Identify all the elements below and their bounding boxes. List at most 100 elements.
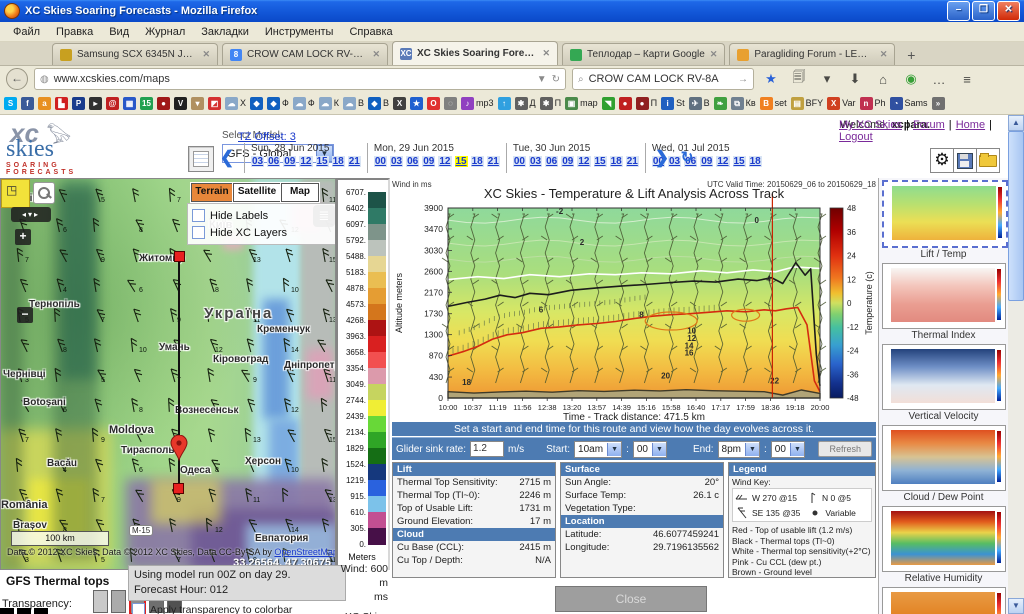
- restore-button[interactable]: ❐: [972, 1, 995, 21]
- forecast-hour-link[interactable]: 15: [733, 156, 746, 167]
- bookmark-star-icon[interactable]: ★: [760, 71, 782, 87]
- pocket-icon[interactable]: ▾: [816, 71, 838, 87]
- bookmark-item[interactable]: ☁Ф: [293, 97, 315, 110]
- forecast-hour-link[interactable]: 12: [299, 156, 312, 167]
- tab-close-icon[interactable]: ✕: [880, 49, 888, 60]
- route-start-marker[interactable]: [174, 251, 185, 262]
- scroll-up-arrow[interactable]: ▲: [1008, 115, 1024, 131]
- bookmark-item[interactable]: ▤BFY: [791, 97, 824, 110]
- scroll-down-arrow[interactable]: ▼: [1008, 598, 1024, 614]
- forecast-hour-link[interactable]: 21: [487, 156, 500, 167]
- minimize-button[interactable]: –: [947, 1, 970, 21]
- close-window-button[interactable]: ✕: [997, 1, 1020, 21]
- browser-tab[interactable]: Samsung SCX 6345N JC91 00...✕: [52, 43, 218, 65]
- sidebar-thumbnail-vertical-velocity[interactable]: Vertical Velocity: [882, 344, 1006, 422]
- bookmark-item[interactable]: nPh: [860, 97, 886, 110]
- close-panel-button[interactable]: Close: [555, 586, 707, 612]
- sidebar-thumbnail-cloud-dew-point[interactable]: Cloud / Dew Point: [882, 425, 1006, 503]
- map-selection-tool-button[interactable]: ◳: [1, 179, 30, 208]
- bookmark-item[interactable]: ▙: [55, 97, 68, 110]
- calendar-button[interactable]: [188, 146, 214, 172]
- bookmark-item[interactable]: ▣map: [565, 97, 598, 110]
- bookmark-item[interactable]: ◆В: [368, 97, 389, 110]
- forecast-hour-link[interactable]: 18: [332, 156, 345, 167]
- forecast-hour-link[interactable]: 21: [348, 156, 361, 167]
- forecast-hour-link[interactable]: 06: [406, 156, 419, 167]
- settings-gear-button[interactable]: ⚙: [930, 148, 954, 173]
- transparency-swatch[interactable]: [93, 590, 108, 613]
- color-swatch[interactable]: [0, 608, 14, 614]
- new-tab-button[interactable]: +: [899, 45, 923, 65]
- bookmark-item[interactable]: Bset: [760, 97, 787, 110]
- thumbnail-image[interactable]: [882, 180, 1008, 248]
- url-text[interactable]: www.xcskies.com/maps: [54, 73, 532, 85]
- start-hour-select[interactable]: 10am▼: [574, 441, 622, 458]
- forecast-hour-link[interactable]: 03: [390, 156, 403, 167]
- bookmark-item[interactable]: ✱П: [540, 97, 561, 110]
- prev-day-arrow[interactable]: ❮: [216, 147, 238, 169]
- bookmark-item[interactable]: V: [174, 97, 187, 110]
- bookmark-item[interactable]: P: [72, 97, 85, 110]
- header-link-logout[interactable]: Logout: [839, 131, 873, 143]
- search-text[interactable]: CROW CAM LOCK RV-8A: [589, 73, 733, 85]
- scrollbar-thumb[interactable]: [1008, 131, 1024, 301]
- sidebar-thumbnail-partial[interactable]: [882, 587, 1006, 614]
- layer-checkbox[interactable]: [192, 209, 205, 222]
- map-type-button-terrain[interactable]: Terrain: [191, 183, 233, 202]
- tab-close-icon[interactable]: ✕: [710, 49, 718, 60]
- menu-item[interactable]: Инструменты: [258, 24, 341, 40]
- thumbnail-image[interactable]: [882, 425, 1006, 491]
- bookmark-item[interactable]: ◆Ф: [267, 97, 289, 110]
- location-pin-icon[interactable]: [170, 435, 188, 461]
- page-scrollbar[interactable]: ▲ ▼: [1008, 115, 1024, 614]
- tab-close-icon[interactable]: ✕: [542, 48, 550, 59]
- bookmark-item[interactable]: ◩: [208, 97, 221, 110]
- bookmark-item[interactable]: ◆: [250, 97, 263, 110]
- forecast-hour-link[interactable]: 06: [545, 156, 558, 167]
- hamburger-menu-icon[interactable]: ≡: [956, 72, 978, 87]
- menu-item[interactable]: Закладки: [194, 24, 256, 40]
- menu-item[interactable]: Правка: [49, 24, 100, 40]
- bookmark-item[interactable]: ▾: [191, 97, 204, 110]
- bookmark-item[interactable]: 15: [140, 97, 153, 110]
- header-link-forum[interactable]: Forum: [913, 119, 945, 131]
- apply-transparency-checkbox[interactable]: [132, 603, 145, 614]
- forecast-hour-link[interactable]: 15: [455, 156, 468, 167]
- forecast-hour-link[interactable]: 15: [316, 156, 329, 167]
- bookmark-item[interactable]: iSt: [661, 97, 685, 110]
- sidebar-thumbnail-lift-temp[interactable]: Lift / Temp: [882, 180, 1006, 260]
- bookmark-item[interactable]: ◌: [444, 97, 457, 110]
- browser-tab[interactable]: Paragliding Forum - LEONARDO✕: [729, 43, 895, 65]
- sidebar-thumbnail-relative-humidity[interactable]: Relative Humidity: [882, 506, 1006, 584]
- map-type-button-map[interactable]: Map: [281, 183, 319, 202]
- forecast-hour-link[interactable]: 18: [610, 156, 623, 167]
- bookmark-item[interactable]: ⧉Кв: [731, 97, 756, 110]
- next-day-arrow[interactable]: ❯: [651, 147, 673, 169]
- open-folder-button[interactable]: [976, 148, 1000, 173]
- bookmark-item[interactable]: ●: [619, 97, 632, 110]
- forecast-hour-link[interactable]: 00: [513, 156, 526, 167]
- forecast-hour-link[interactable]: 21: [626, 156, 639, 167]
- refresh-button[interactable]: Refresh: [818, 441, 872, 457]
- map-pan-control[interactable]: ◂▾▸: [11, 207, 51, 222]
- forecast-hour-link[interactable]: 12: [577, 156, 590, 167]
- forecast-hour-link[interactable]: 09: [700, 156, 713, 167]
- map-zoom-out-button[interactable]: −: [17, 307, 33, 323]
- browser-tab[interactable]: 8CROW CAM LOCK RV-8A - По...✕: [222, 43, 388, 65]
- adblock-icon[interactable]: ◉: [900, 71, 922, 87]
- route-end-marker[interactable]: [173, 483, 184, 494]
- browser-tab[interactable]: XCXC Skies Soaring Forecasts✕: [392, 41, 558, 65]
- bookmark-item[interactable]: a: [38, 97, 51, 110]
- thumbnail-image[interactable]: [882, 344, 1006, 410]
- search-input[interactable]: ⌕ CROW CAM LOCK RV-8A →: [572, 68, 754, 90]
- sidebar-thumbnail-thermal-index[interactable]: Thermal Index: [882, 263, 1006, 341]
- menu-item[interactable]: Файл: [6, 24, 47, 40]
- forecast-hour-link[interactable]: 18: [749, 156, 762, 167]
- forecast-hour-link[interactable]: 09: [561, 156, 574, 167]
- bookmark-item[interactable]: ☁X: [225, 97, 246, 110]
- downloads-icon[interactable]: ⬇: [844, 71, 866, 87]
- menu-item[interactable]: Журнал: [138, 24, 192, 40]
- bookmark-item[interactable]: ◥: [602, 97, 615, 110]
- forecast-hour-link[interactable]: 09: [422, 156, 435, 167]
- bookmark-item[interactable]: »: [932, 97, 945, 110]
